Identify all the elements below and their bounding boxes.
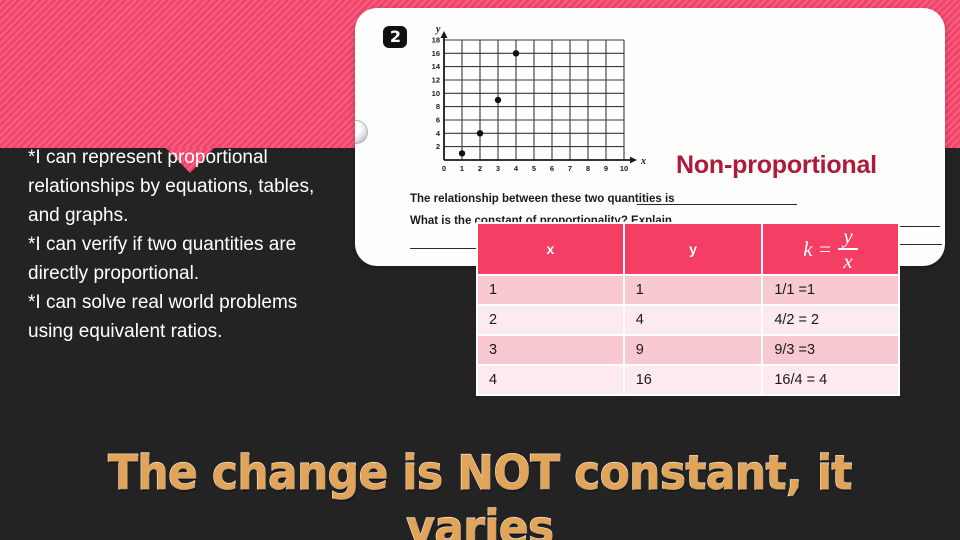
table-body: 1 1 1/1 =1 2 4 4/2 = 2 3 9 9/3 =3 4 16 1… [478, 276, 898, 394]
k-numerator: y [843, 223, 853, 248]
svg-text:12: 12 [432, 76, 440, 85]
svg-text:10: 10 [432, 89, 440, 98]
k-equals-label: k = [803, 236, 833, 261]
y-axis-label: y [435, 24, 441, 35]
svg-text:6: 6 [550, 164, 554, 173]
svg-text:14: 14 [432, 62, 441, 71]
table-row: 1 1 1/1 =1 [478, 276, 898, 304]
learning-objectives-text: *I can represent proportional relationsh… [28, 147, 315, 342]
k-denominator: x [843, 248, 853, 273]
k-formula: k = y x [803, 223, 859, 273]
cell-x: 1 [478, 276, 623, 304]
table-row: 2 4 4/2 = 2 [478, 306, 898, 334]
page-title: Non-proportional [676, 151, 877, 179]
cell-y: 1 [624, 276, 762, 304]
svg-text:10: 10 [620, 164, 628, 173]
worksheet-graph: 18 16 14 12 10 8 6 4 2 0 1 2 3 4 5 6 7 8… [410, 22, 650, 187]
column-header-k: k = y x [763, 224, 898, 274]
ratio-table: x y k = y x 1 1 1/1 =1 2 4 4/2 = 2 3 9 9… [476, 222, 900, 396]
svg-text:18: 18 [432, 36, 440, 45]
cell-x: 3 [478, 336, 623, 364]
bottom-wordart-heading: The change is NOT constant, it varies [108, 445, 853, 540]
cell-y: 4 [624, 306, 762, 334]
svg-text:3: 3 [496, 164, 500, 173]
svg-text:7: 7 [568, 164, 572, 173]
cell-k: 1/1 =1 [763, 276, 898, 304]
hole-punch-icon [355, 120, 368, 144]
table-header: x y k = y x [478, 224, 898, 274]
svg-text:6: 6 [436, 116, 440, 125]
column-header-x: x [478, 224, 623, 274]
cell-k: 9/3 =3 [763, 336, 898, 364]
cell-y: 16 [624, 366, 762, 394]
cell-k: 4/2 = 2 [763, 306, 898, 334]
table-row: 3 9 9/3 =3 [478, 336, 898, 364]
table-header-row: x y k = y x [478, 224, 898, 274]
cell-x: 4 [478, 366, 623, 394]
cell-y: 9 [624, 336, 762, 364]
slide-canvas: 2 18 16 14 12 10 8 6 4 2 0 1 2 3 4 5 6 7… [0, 0, 960, 540]
svg-text:8: 8 [436, 102, 440, 111]
svg-text:4: 4 [436, 129, 441, 138]
table-row: 4 16 16/4 = 4 [478, 366, 898, 394]
svg-text:9: 9 [604, 164, 608, 173]
svg-text:16: 16 [432, 49, 440, 58]
svg-text:2: 2 [436, 142, 440, 151]
svg-text:2: 2 [478, 164, 482, 173]
answer-blank-rule-4 [900, 244, 942, 245]
svg-text:0: 0 [442, 164, 446, 173]
svg-text:1: 1 [460, 164, 464, 173]
svg-text:4: 4 [514, 164, 519, 173]
answer-blank-rule-1 [637, 204, 797, 205]
cell-x: 2 [478, 306, 623, 334]
x-axis-label: x [640, 156, 646, 167]
scatter-plot-svg: 18 16 14 12 10 8 6 4 2 0 1 2 3 4 5 6 7 8… [432, 24, 646, 173]
cell-k: 16/4 = 4 [763, 366, 898, 394]
k-fraction: y x [838, 223, 859, 273]
svg-text:5: 5 [532, 164, 536, 173]
svg-text:8: 8 [586, 164, 590, 173]
problem-number-badge: 2 [383, 26, 407, 48]
answer-blank-rule-3 [410, 248, 482, 249]
worksheet-prompt-line-1: The relationship between these two quant… [410, 193, 675, 205]
column-header-y: y [624, 224, 762, 274]
